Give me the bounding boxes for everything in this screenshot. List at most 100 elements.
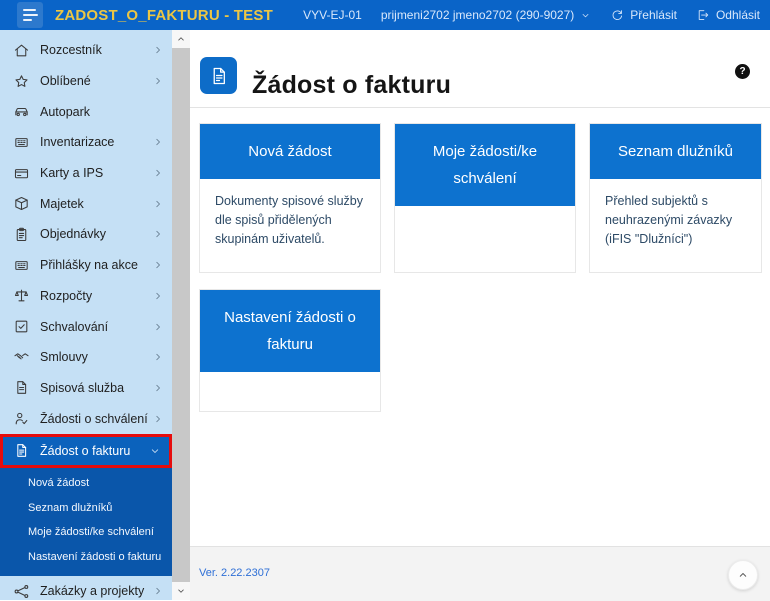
logout-button[interactable]: Odhlásit — [696, 8, 760, 22]
sidebar-item-majetek[interactable]: Majetek — [0, 188, 172, 219]
sidebar-item-zadosti-o-schvaleni[interactable]: Žádosti o schválení — [0, 403, 172, 434]
sidebar-item-label: Majetek — [40, 196, 84, 211]
card-title: Seznam dlužníků — [590, 124, 761, 179]
card-description: Dokumenty spisové služby dle spisů přidě… — [215, 194, 363, 246]
relogin-button[interactable]: Přehlásit — [610, 8, 677, 22]
refresh-icon — [610, 8, 624, 22]
logout-label: Odhlásit — [715, 8, 760, 22]
footer: Ver. 2.22.2307 — [190, 546, 770, 601]
topbar: ZADOST_O_FAKTURU - TEST VYV-EJ-01 prijme… — [0, 0, 770, 30]
home-icon — [13, 42, 30, 59]
submenu-item-seznam-dluzniku[interactable]: Seznam dlužníků — [0, 496, 172, 521]
card-description — [395, 206, 575, 272]
chevron-right-icon — [152, 75, 164, 87]
person-check-icon — [13, 410, 30, 427]
projects-icon — [13, 583, 30, 600]
chevron-right-icon — [152, 585, 164, 597]
sidebar-item-label: Žádost o fakturu — [40, 443, 131, 458]
page-icon — [200, 57, 237, 94]
chevron-down-icon — [176, 586, 186, 596]
sidebar-item-oblibene[interactable]: Oblíbené — [0, 66, 172, 97]
box-icon — [13, 195, 30, 212]
chevron-up-icon — [737, 569, 749, 581]
sidebar-item-label: Schvalování — [40, 319, 109, 334]
chevron-right-icon — [152, 351, 164, 363]
sidebar-item-karty-a-ips[interactable]: Karty a IPS — [0, 158, 172, 189]
sidebar-item-rozpocty[interactable]: Rozpočty — [0, 281, 172, 312]
chevron-right-icon — [152, 259, 164, 271]
sidebar-item-rozcestnik[interactable]: Rozcestník — [0, 35, 172, 66]
invoice-icon — [13, 442, 30, 459]
sidebar-item-label: Spisová služba — [40, 380, 125, 395]
relogin-label: Přehlásit — [630, 8, 677, 22]
hamburger-icon[interactable] — [17, 2, 43, 28]
sidebar-item-label: Oblíbené — [40, 74, 91, 89]
sidebar-menu: Rozcestník Oblíbené Autopark Inventarizace K… — [0, 30, 172, 600]
card-description — [200, 372, 380, 411]
sidebar-item-label: Žádosti o schválení — [40, 411, 148, 426]
scales-icon — [13, 287, 30, 304]
chevron-right-icon — [152, 228, 164, 240]
sidebar-item-objednavky[interactable]: Objednávky — [0, 219, 172, 250]
sidebar: Rozcestník Oblíbené Autopark Inventarizace K… — [0, 30, 172, 600]
sidebar-item-label: Inventarizace — [40, 135, 115, 150]
car-icon — [13, 103, 30, 120]
sidebar-item-inventarizace[interactable]: Inventarizace — [0, 127, 172, 158]
scroll-to-top-button[interactable] — [728, 560, 758, 590]
chevron-down-icon — [580, 10, 591, 21]
sidebar-item-schvalovani[interactable]: Schvalování — [0, 311, 172, 342]
handshake-icon — [13, 349, 30, 366]
sidebar-item-spisova-sluzba[interactable]: Spisová služba — [0, 373, 172, 404]
version-link[interactable]: Ver. 2.22.2307 — [199, 567, 270, 579]
card-moje-zadosti-ke-schvaleni[interactable]: Moje žádosti/ke schválení — [394, 123, 576, 273]
sidebar-item-label: Zakázky a projekty — [40, 584, 145, 599]
user-menu[interactable]: prijmeni2702 jmeno2702 (290-9027) — [381, 8, 591, 22]
sidebar-item-zadost-o-fakturu[interactable]: Žádost o fakturu — [3, 437, 169, 465]
star-icon — [13, 73, 30, 90]
sidebar-item-smlouvy[interactable]: Smlouvy — [0, 342, 172, 373]
sidebar-item-autopark[interactable]: Autopark — [0, 96, 172, 127]
grid-icon — [13, 134, 30, 151]
help-icon[interactable]: ? — [735, 64, 750, 79]
submenu-item-moje-zadosti-ke-schvaleni[interactable]: Moje žádosti/ke schválení — [0, 520, 172, 545]
active-item-highlight: Žádost o fakturu — [0, 433, 172, 468]
scrollbar-thumb[interactable] — [172, 48, 190, 582]
environment-label: VYV-EJ-01 — [303, 8, 362, 22]
sidebar-item-prihlasky-na-akce[interactable]: Přihlášky na akce — [0, 250, 172, 281]
sidebar-item-label: Rozcestník — [40, 43, 102, 58]
sidebar-item-label: Rozpočty — [40, 288, 93, 303]
card-seznam-dluzniku[interactable]: Seznam dlužníků Přehled subjektů s neuhra… — [589, 123, 762, 273]
sidebar-item-label: Smlouvy — [40, 350, 88, 365]
submenu-item-nova-zadost[interactable]: Nová žádost — [0, 471, 172, 496]
chevron-right-icon — [152, 321, 164, 333]
sidebar-item-label: Karty a IPS — [40, 166, 104, 181]
card-grid: Nová žádost Dokumenty spisové služby dle … — [199, 123, 762, 412]
checkbox-icon — [13, 318, 30, 335]
app-title: ZADOST_O_FAKTURU - TEST — [55, 6, 273, 24]
scrollbar-down-button[interactable] — [172, 582, 190, 600]
card-title: Nastavení žádosti o fakturu — [200, 290, 380, 372]
card-icon — [13, 165, 30, 182]
scrollbar-up-button[interactable] — [172, 30, 190, 48]
clipboard-icon — [13, 226, 30, 243]
user-name-label: prijmeni2702 jmeno2702 (290-9027) — [380, 8, 575, 22]
chevron-right-icon — [152, 167, 164, 179]
chevron-right-icon — [152, 413, 164, 425]
chevron-right-icon — [152, 290, 164, 302]
sidebar-scrollbar[interactable] — [172, 30, 190, 600]
sidebar-item-label: Přihlášky na akce — [40, 258, 138, 273]
page-title: Žádost o fakturu — [252, 70, 452, 99]
sidebar-item-label: Autopark — [40, 104, 91, 119]
keyboard-icon — [13, 257, 30, 274]
chevron-down-icon — [149, 445, 161, 457]
card-nova-zadost[interactable]: Nová žádost Dokumenty spisové služby dle … — [199, 123, 381, 273]
sidebar-item-zakazky-a-projekty[interactable]: Zakázky a projekty — [0, 576, 172, 600]
invoice-icon — [208, 65, 230, 87]
chevron-right-icon — [152, 44, 164, 56]
chevron-right-icon — [152, 198, 164, 210]
submenu-item-nastaveni-zadosti-o-fakturu[interactable]: Nastavení žádosti o fakturu — [0, 545, 172, 570]
card-nastaveni-zadosti-o-fakturu[interactable]: Nastavení žádosti o fakturu — [199, 289, 381, 412]
sidebar-submenu: Nová žádost Seznam dlužníků Moje žádosti/k… — [0, 467, 172, 576]
chevron-up-icon — [176, 34, 186, 44]
topbar-session-area: VYV-EJ-01 prijmeni2702 jmeno2702 (290-90… — [303, 0, 760, 30]
